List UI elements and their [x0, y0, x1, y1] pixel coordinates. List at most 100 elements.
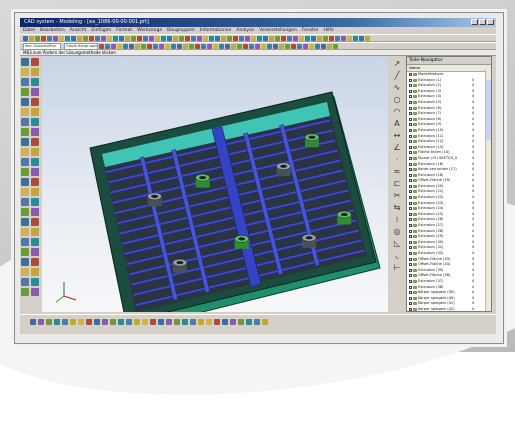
toolbar-tool-icon[interactable]: [179, 35, 184, 41]
selection-tool-icon[interactable]: [189, 43, 194, 49]
status-tool-icon[interactable]: [30, 319, 36, 325]
menu-information[interactable]: Informationen: [200, 27, 232, 34]
checkbox-icon[interactable]: [409, 285, 412, 289]
selection-tool-icon[interactable]: [195, 43, 200, 49]
measure-icon[interactable]: ⊢: [393, 263, 402, 272]
status-tool-icon[interactable]: [222, 319, 228, 325]
toolbar-tool-icon[interactable]: [185, 35, 190, 41]
feature-tool-icon[interactable]: [31, 208, 39, 216]
selection-tool-icon[interactable]: [207, 43, 212, 49]
feature-tool-icon[interactable]: [31, 108, 39, 116]
toolbar-tool-icon[interactable]: [65, 35, 70, 41]
feature-tool-icon[interactable]: [21, 218, 29, 226]
selection-scope-dropdown[interactable]: Ganze Baugruppe: [64, 42, 98, 50]
tree-row[interactable]: Körper spiegeln (42) 4: [407, 307, 491, 313]
checkbox-icon[interactable]: [409, 156, 412, 160]
toolbar-tool-icon[interactable]: [251, 35, 256, 41]
status-tool-icon[interactable]: [86, 319, 92, 325]
hole-icon[interactable]: ◎: [393, 227, 402, 236]
status-tool-icon[interactable]: [142, 319, 148, 325]
selection-tool-icon[interactable]: [321, 43, 326, 49]
toolbar-tool-icon[interactable]: [131, 35, 136, 41]
fillet-icon[interactable]: ◟: [393, 251, 402, 260]
status-tool-icon[interactable]: [62, 319, 68, 325]
toolbar-tool-icon[interactable]: [239, 35, 244, 41]
selection-tool-icon[interactable]: [213, 43, 218, 49]
checkbox-icon[interactable]: [409, 224, 412, 228]
feature-tool-icon[interactable]: [31, 278, 39, 286]
checkbox-icon[interactable]: [409, 291, 412, 295]
toolbar-tool-icon[interactable]: [107, 35, 112, 41]
selection-filter-dropdown[interactable]: Kein Auswahlfilter: [23, 42, 61, 50]
selection-tool-icon[interactable]: [129, 43, 134, 49]
feature-tool-icon[interactable]: [31, 58, 39, 66]
feature-tool-icon[interactable]: [21, 148, 29, 156]
selection-tool-icon[interactable]: [273, 43, 278, 49]
feature-tool-icon[interactable]: [21, 98, 29, 106]
toolbar-tool-icon[interactable]: [245, 35, 250, 41]
trim-icon[interactable]: ✂: [393, 191, 402, 200]
toolbar-tool-icon[interactable]: [35, 35, 40, 41]
selection-tool-icon[interactable]: [327, 43, 332, 49]
toolbar-tool-icon[interactable]: [125, 35, 130, 41]
toolbar-tool-icon[interactable]: [221, 35, 226, 41]
feature-tool-icon[interactable]: [21, 108, 29, 116]
checkbox-icon[interactable]: [409, 235, 412, 239]
feature-tool-icon[interactable]: [31, 268, 39, 276]
status-tool-icon[interactable]: [46, 319, 52, 325]
column-name[interactable]: Name: [407, 65, 459, 71]
feature-tool-icon[interactable]: [21, 58, 29, 66]
selection-tool-icon[interactable]: [255, 43, 260, 49]
minimize-button[interactable]: [471, 19, 478, 25]
checkbox-icon[interactable]: [409, 296, 412, 300]
checkbox-icon[interactable]: [409, 196, 412, 200]
toolbar-tool-icon[interactable]: [89, 35, 94, 41]
feature-tool-icon[interactable]: [31, 148, 39, 156]
menu-tools[interactable]: Werkzeuge: [137, 27, 162, 34]
arc-icon[interactable]: ◠: [393, 107, 402, 116]
checkbox-icon[interactable]: [409, 190, 412, 194]
feature-tool-icon[interactable]: [21, 238, 29, 246]
status-tool-icon[interactable]: [166, 319, 172, 325]
checkbox-icon[interactable]: [409, 229, 412, 233]
toolbar-tool-icon[interactable]: [329, 35, 334, 41]
checkbox-icon[interactable]: [409, 134, 412, 138]
feature-tool-icon[interactable]: [31, 168, 39, 176]
status-tool-icon[interactable]: [182, 319, 188, 325]
menu-window[interactable]: Fenster: [302, 27, 319, 34]
feature-tool-icon[interactable]: [21, 288, 29, 296]
dimension-icon[interactable]: ↔: [393, 131, 402, 140]
selection-tool-icon[interactable]: [225, 43, 230, 49]
toolbar-tool-icon[interactable]: [311, 35, 316, 41]
status-tool-icon[interactable]: [110, 319, 116, 325]
feature-tool-icon[interactable]: [31, 138, 39, 146]
toolbar-tool-icon[interactable]: [215, 35, 220, 41]
toolbar-tool-icon[interactable]: [275, 35, 280, 41]
scrollbar-thumb[interactable]: [486, 80, 491, 140]
toolbar-tool-icon[interactable]: [257, 35, 262, 41]
checkbox-icon[interactable]: [409, 95, 412, 99]
checkbox-icon[interactable]: [409, 212, 412, 216]
toolbar-tool-icon[interactable]: [29, 35, 34, 41]
status-tool-icon[interactable]: [150, 319, 156, 325]
feature-tool-icon[interactable]: [21, 68, 29, 76]
checkbox-icon[interactable]: [409, 184, 412, 188]
checkbox-icon[interactable]: [409, 106, 412, 110]
checkbox-icon[interactable]: [409, 207, 412, 211]
toolbar-tool-icon[interactable]: [365, 35, 370, 41]
feature-tool-icon[interactable]: [21, 198, 29, 206]
status-tool-icon[interactable]: [126, 319, 132, 325]
status-tool-icon[interactable]: [206, 319, 212, 325]
menu-analysis[interactable]: Analyse: [236, 27, 254, 34]
feature-tool-icon[interactable]: [31, 248, 39, 256]
selection-tool-icon[interactable]: [201, 43, 206, 49]
selection-tool-icon[interactable]: [303, 43, 308, 49]
feature-tool-icon[interactable]: [21, 128, 29, 136]
toolbar-tool-icon[interactable]: [47, 35, 52, 41]
toolbar-tool-icon[interactable]: [119, 35, 124, 41]
checkbox-icon[interactable]: [409, 84, 412, 88]
toolbar-tool-icon[interactable]: [287, 35, 292, 41]
selection-tool-icon[interactable]: [285, 43, 290, 49]
checkbox-icon[interactable]: [409, 100, 412, 104]
selection-tool-icon[interactable]: [279, 43, 284, 49]
